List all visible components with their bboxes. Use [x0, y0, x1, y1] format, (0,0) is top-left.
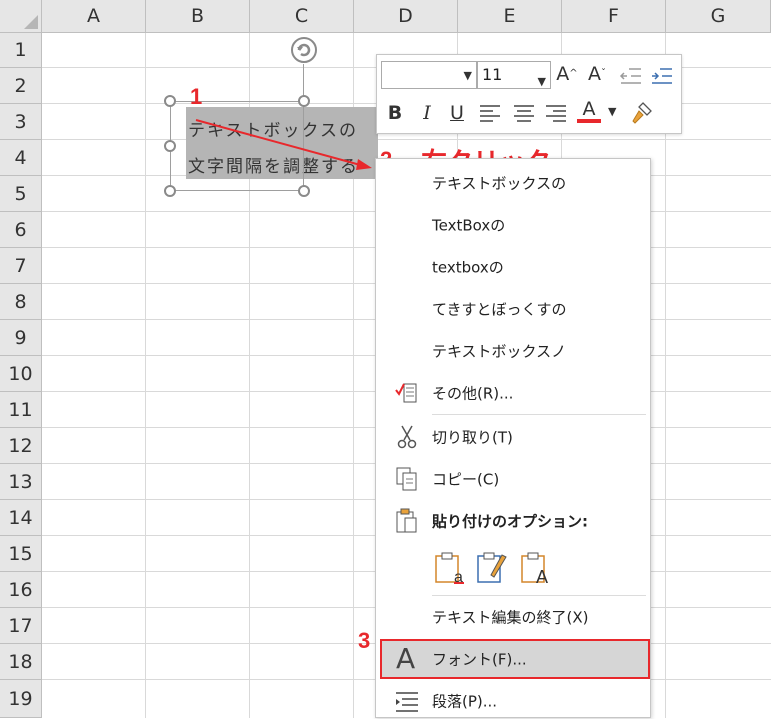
step-3-label: 3: [358, 628, 371, 653]
paste-merge-format-icon: [477, 552, 507, 583]
bold-button[interactable]: B: [385, 101, 405, 125]
chevron-down-icon[interactable]: ▼: [464, 69, 472, 82]
scissors-icon: [397, 425, 417, 449]
font-color-button[interactable]: A: [577, 97, 601, 123]
menu-item-paste-options: 貼り付けのオプション:: [376, 503, 650, 539]
spellcheck-list-icon: [395, 383, 417, 403]
font-a-icon: A: [396, 642, 416, 675]
underline-button[interactable]: U: [447, 101, 467, 125]
shrink-font-button[interactable]: Aˇ: [585, 62, 609, 86]
chevron-down-icon[interactable]: ▼: [538, 69, 546, 95]
chevron-down-icon[interactable]: ▼: [608, 105, 616, 118]
align-center-icon[interactable]: [513, 103, 535, 123]
increase-indent-icon[interactable]: [650, 66, 674, 86]
paste-text-only-icon: A: [521, 552, 548, 587]
menu-item-other[interactable]: その他(R)...: [376, 375, 650, 411]
paragraph-icon: [396, 692, 418, 712]
paste-clipboard-icon: [396, 508, 417, 533]
menu-separator: [432, 414, 646, 415]
font-size-combobox[interactable]: 11 ▼: [477, 61, 551, 89]
menu-item-suggestion-5[interactable]: テキストボックスノ: [376, 333, 650, 369]
menu-item-suggestion-2[interactable]: TextBoxの: [376, 207, 650, 243]
menu-item-suggestion-3[interactable]: textboxの: [376, 249, 650, 285]
grow-font-button[interactable]: A^: [555, 62, 579, 86]
paste-option-keep-formatting[interactable]: a: [434, 551, 468, 586]
menu-item-suggestion-4[interactable]: てきすとぼっくすの: [376, 291, 650, 327]
paste-option-text-only[interactable]: A: [520, 551, 554, 587]
align-left-icon[interactable]: [479, 103, 501, 123]
menu-item-end-text-edit[interactable]: テキスト編集の終了(X): [376, 599, 650, 635]
decrease-indent-icon[interactable]: [619, 66, 643, 86]
context-menu: テキストボックスの TextBoxの textboxの てきすとぼっくすの テキ…: [375, 158, 651, 718]
copy-icon: [396, 467, 417, 491]
menu-item-copy[interactable]: コピー(C): [376, 461, 650, 497]
menu-item-font[interactable]: A フォント(F)...: [380, 639, 650, 679]
step-1-label: 1: [190, 84, 203, 109]
menu-item-suggestion-1[interactable]: テキストボックスの: [376, 165, 650, 201]
font-name-combobox[interactable]: ▼: [381, 61, 477, 89]
paste-keep-source-icon: a: [435, 552, 464, 586]
svg-text:A: A: [536, 567, 548, 585]
menu-separator: [432, 595, 646, 596]
paste-option-merge-formatting[interactable]: [476, 551, 510, 585]
menu-item-cut[interactable]: 切り取り(T): [376, 419, 650, 455]
align-right-icon[interactable]: [545, 103, 567, 123]
menu-item-paragraph[interactable]: 段落(P)...: [376, 683, 650, 719]
mini-toolbar: ▼ 11 ▼ A^ Aˇ B I U A ▼: [376, 54, 682, 134]
format-painter-icon[interactable]: [629, 101, 655, 125]
italic-button[interactable]: I: [417, 101, 437, 125]
